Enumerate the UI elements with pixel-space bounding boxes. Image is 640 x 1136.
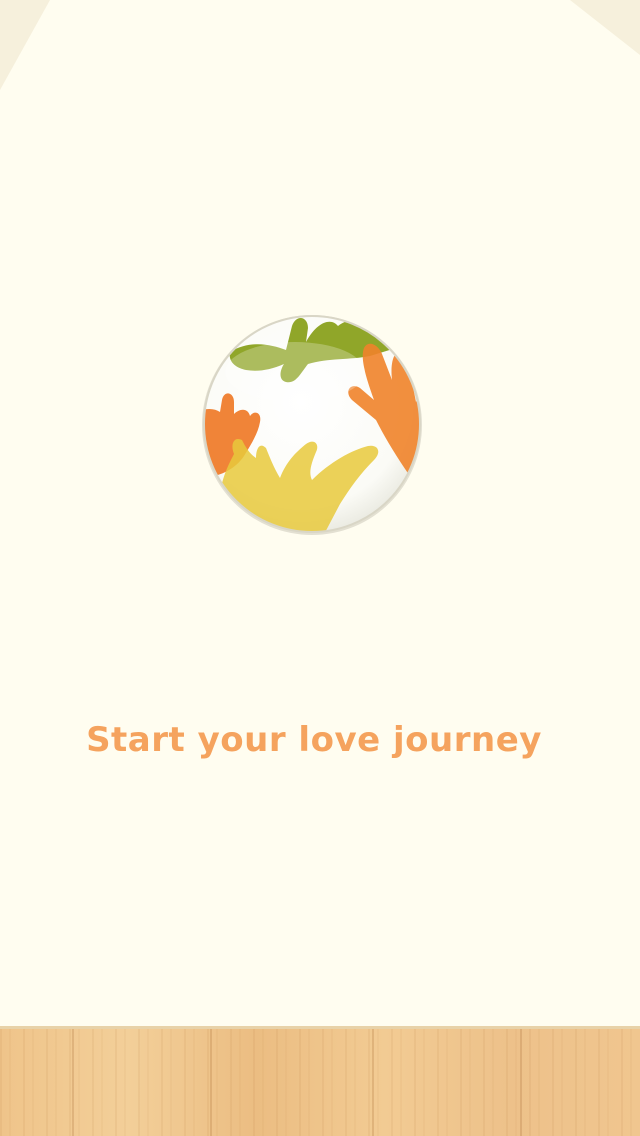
hands-globe-icon (200, 312, 424, 536)
floor-seam (72, 1029, 74, 1136)
floor-seam (210, 1029, 212, 1136)
floor-seam (372, 1029, 374, 1136)
tagline-text: Start your love journey (86, 720, 542, 760)
floor-seam (520, 1029, 522, 1136)
wood-floor (0, 1026, 640, 1136)
splash-screen: Start your love journey (0, 0, 640, 1136)
